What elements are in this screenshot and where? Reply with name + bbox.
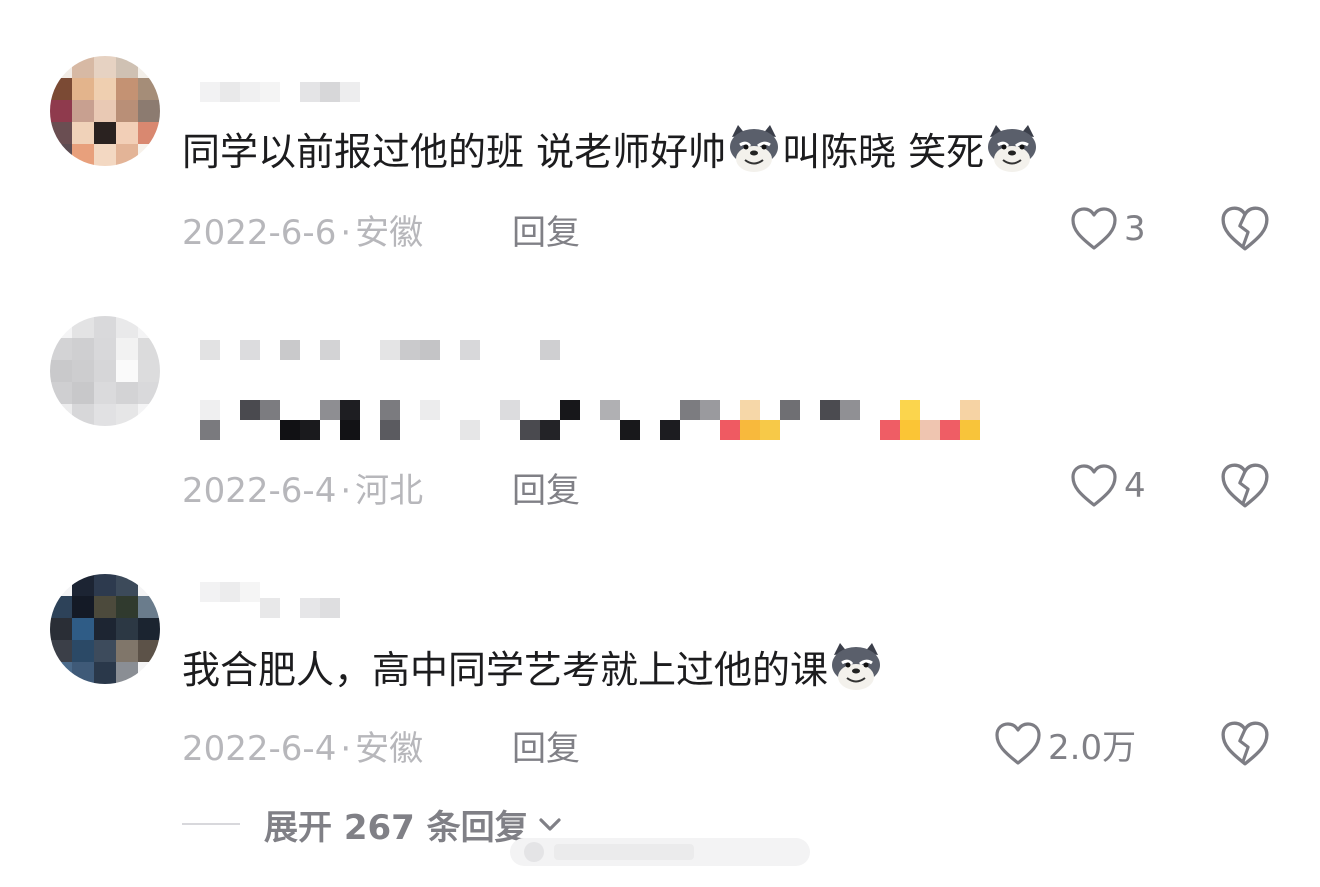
reply-button[interactable]: 回复: [512, 721, 580, 770]
divider: [182, 823, 240, 825]
like-button[interactable]: 4: [1070, 461, 1146, 511]
comment-date: 2022-6-4: [182, 471, 337, 511]
broken-heart-icon[interactable]: [1220, 204, 1270, 254]
avatar[interactable]: [50, 56, 160, 166]
heart-outline-icon: [1071, 207, 1117, 250]
comment-meta: 2022-6-4 · 河北: [182, 463, 423, 512]
username[interactable]: [182, 580, 382, 618]
watermark-logo: [510, 838, 810, 866]
expand-replies-label: 展开 267 条回复: [264, 807, 529, 848]
expand-replies-button[interactable]: 展开 267 条回复: [182, 802, 563, 848]
separator-dot: ·: [340, 471, 352, 511]
broken-heart-icon[interactable]: [1220, 461, 1270, 511]
like-count: 2.0万: [1048, 727, 1137, 768]
comment-location: 安徽: [355, 213, 424, 253]
comment-location: 河北: [355, 471, 424, 511]
username[interactable]: [182, 80, 382, 104]
wolf-grin-emoji: [832, 643, 881, 690]
like-count: 4: [1124, 466, 1146, 506]
comment-meta: 2022-6-4 · 安徽: [182, 721, 423, 770]
reply-button[interactable]: 回复: [512, 205, 580, 254]
comment-meta: 2022-6-6 · 安徽: [182, 205, 423, 254]
comment-date: 2022-6-6: [182, 213, 337, 253]
username[interactable]: [182, 340, 582, 364]
broken-heart-icon[interactable]: [1220, 719, 1270, 769]
comment-text-part: 同学以前报过他的班 说老师好帅: [182, 130, 727, 174]
separator-dot: ·: [340, 729, 352, 769]
comment-text: 我合肥人，高中同学艺考就上过他的课: [182, 640, 884, 700]
separator-dot: ·: [340, 213, 352, 253]
comment-text-part: 叫陈晓 笑死: [782, 130, 985, 174]
comment-text-obscured: [182, 398, 1002, 442]
avatar[interactable]: [50, 574, 160, 684]
comment-text: 同学以前报过他的班 说老师好帅 叫陈晓 笑死: [182, 122, 1040, 182]
heart-outline-icon: [1071, 464, 1117, 507]
like-count: 3: [1124, 209, 1146, 249]
wolf-grin-emoji: [988, 125, 1037, 172]
like-button[interactable]: 3: [1070, 204, 1146, 254]
avatar[interactable]: [50, 316, 160, 426]
like-button[interactable]: 2.0万: [994, 719, 1136, 769]
comment-date: 2022-6-4: [182, 729, 337, 769]
wolf-grin-emoji: [730, 125, 779, 172]
heart-outline-icon: [995, 722, 1041, 765]
comment-location: 安徽: [355, 729, 424, 769]
comment-text-part: 我合肥人，高中同学艺考就上过他的课: [182, 648, 829, 692]
reply-button[interactable]: 回复: [512, 463, 580, 512]
